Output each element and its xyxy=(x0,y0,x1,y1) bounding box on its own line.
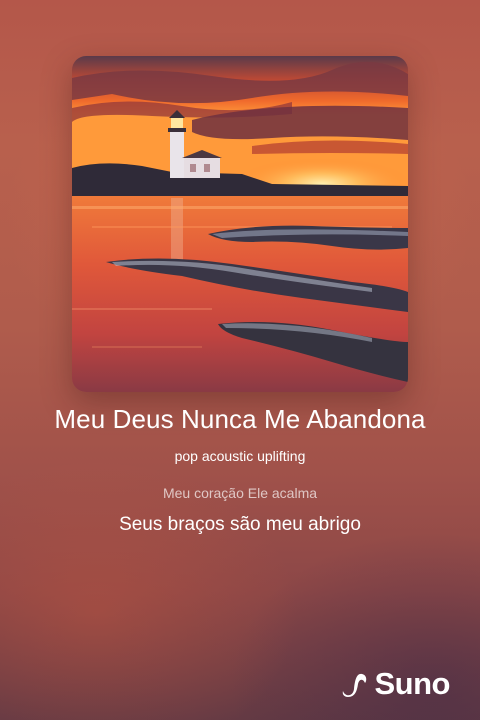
lighthouse-sunset-artwork xyxy=(72,56,408,392)
suno-logo-icon xyxy=(342,673,366,697)
brand-name: Suno xyxy=(374,666,451,701)
song-style-tags: pop acoustic uplifting xyxy=(174,448,306,464)
album-artwork xyxy=(72,56,408,392)
lyric-line-current: Seus braços são meu abrigo xyxy=(119,514,361,535)
lyric-line-previous: Meu coração Ele acalma xyxy=(162,485,318,501)
song-title: Meu Deus Nunca Me Abandona xyxy=(54,404,426,434)
suno-brand-logo: Suno xyxy=(339,666,451,702)
